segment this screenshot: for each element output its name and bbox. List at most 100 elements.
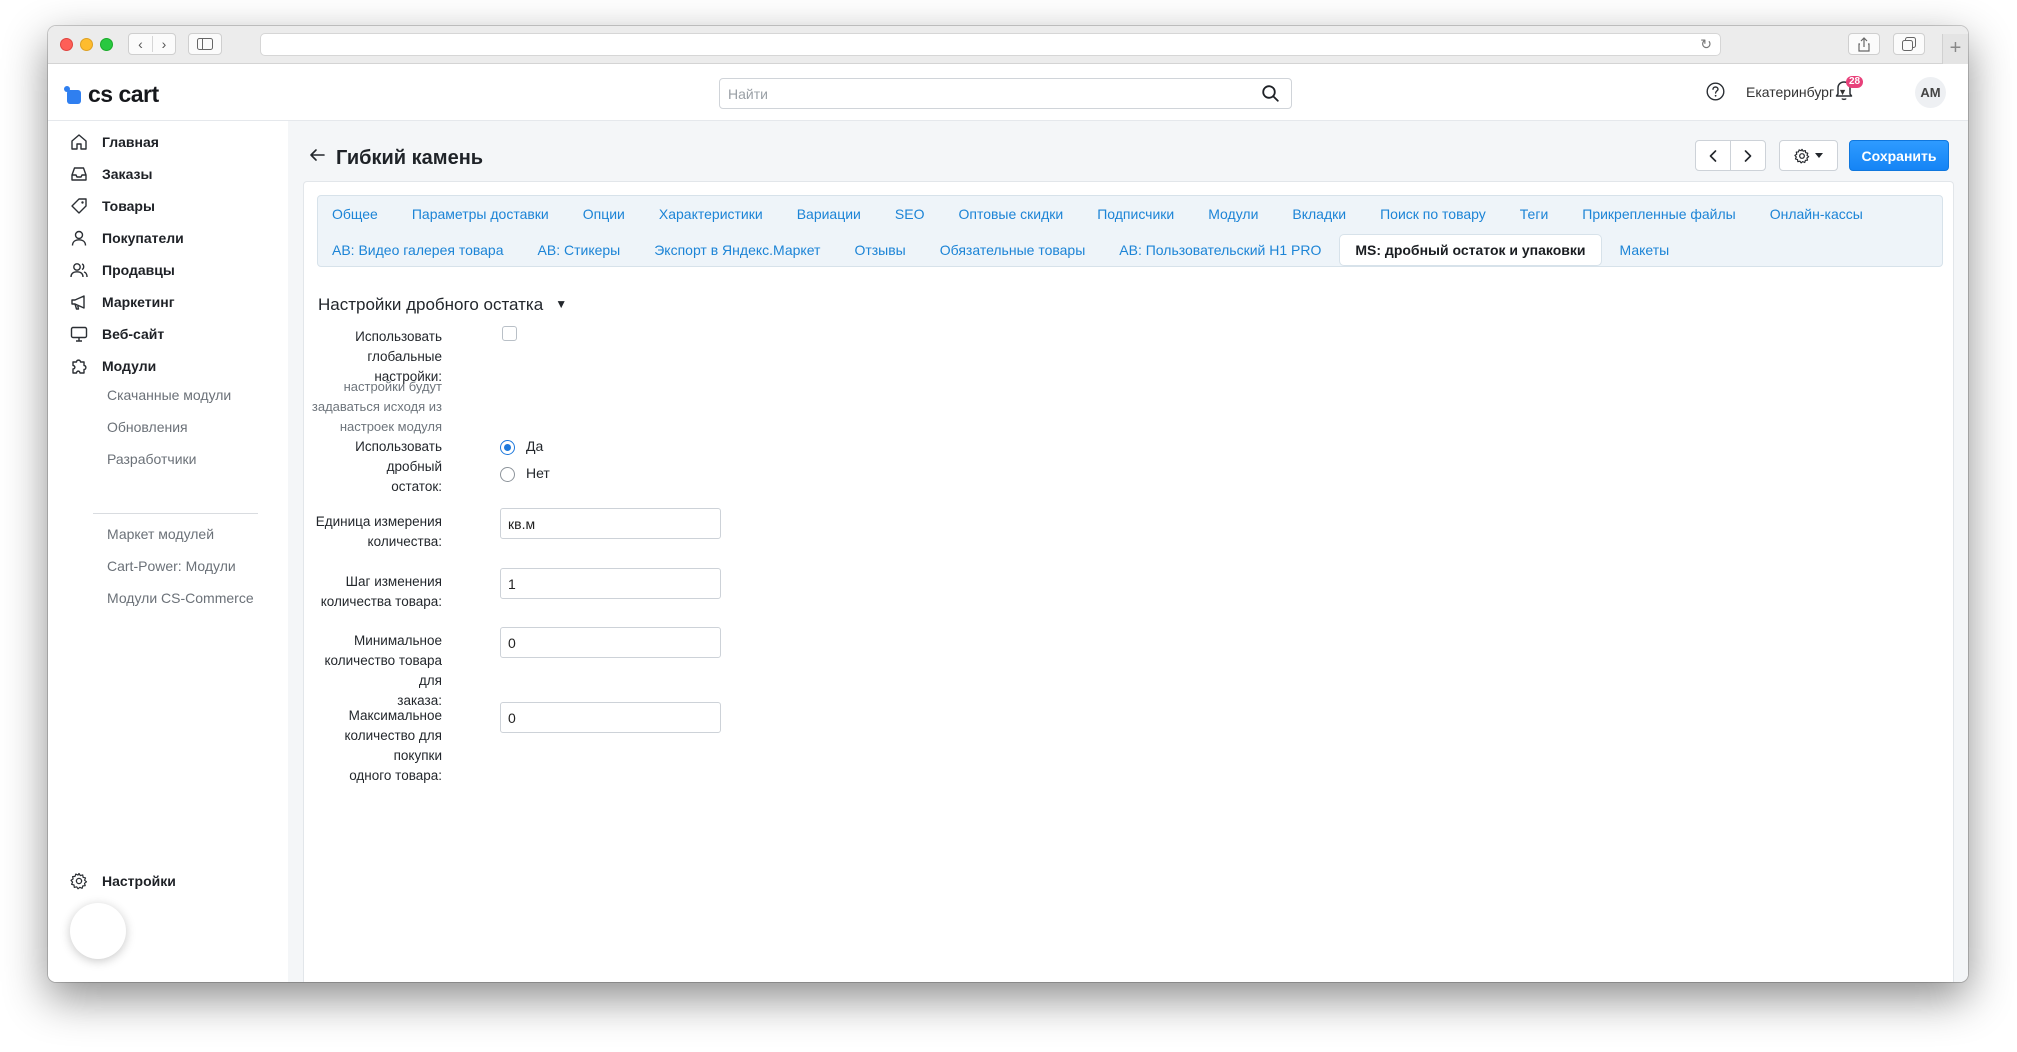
tab-overview-button[interactable] <box>1893 33 1925 55</box>
close-window-button[interactable] <box>60 38 73 51</box>
caret-down-icon: ▼ <box>555 297 568 311</box>
fractional-yes-label[interactable]: Да <box>526 438 543 454</box>
tab-shipping[interactable]: Параметры доставки <box>412 206 549 222</box>
search-input[interactable] <box>720 79 1234 108</box>
sidebar: Главная Заказы Товары Покупатели Продавц… <box>48 121 288 982</box>
sidebar-item-label: Продавцы <box>102 262 175 278</box>
tab-product-search[interactable]: Поиск по товару <box>1380 206 1486 222</box>
help-icon[interactable] <box>1706 82 1725 106</box>
sidebar-toggle-button[interactable] <box>188 33 222 55</box>
sidebar-item-settings[interactable]: Настройки <box>70 870 176 892</box>
reload-icon[interactable]: ↻ <box>1700 36 1712 53</box>
chevron-right-icon <box>1744 149 1752 162</box>
sidebar-divider <box>93 513 258 514</box>
tab-options[interactable]: Опции <box>583 206 625 222</box>
sidebar-item-label: Главная <box>102 134 159 150</box>
tab-addons[interactable]: Модули <box>1208 206 1258 222</box>
tab-tabs[interactable]: Вкладки <box>1292 206 1346 222</box>
share-button[interactable] <box>1848 33 1880 55</box>
user-icon <box>71 230 87 246</box>
address-bar[interactable]: ↻ <box>260 33 1721 56</box>
back-arrow-icon[interactable] <box>309 148 325 167</box>
caret-down-icon <box>1815 153 1823 158</box>
minimize-window-button[interactable] <box>80 38 93 51</box>
tab-stickers[interactable]: AB: Стикеры <box>538 242 621 258</box>
browser-forward-icon[interactable]: › <box>151 36 175 52</box>
next-product-button[interactable] <box>1730 140 1766 171</box>
tab-general[interactable]: Общее <box>332 206 378 222</box>
section-title[interactable]: Настройки дробного остатка ▼ <box>318 295 567 315</box>
fractional-stock-label: Использовать дробный остаток: <box>355 439 442 494</box>
sidebar-item-orders[interactable]: Заказы <box>70 163 152 185</box>
monitor-icon <box>70 326 88 342</box>
fractional-no-label[interactable]: Нет <box>526 465 550 481</box>
avatar[interactable]: AM <box>1915 77 1946 108</box>
sidebar-item-label: Маркетинг <box>102 294 175 310</box>
sidebar-subitem-cart-power[interactable]: Cart-Power: Модули <box>107 558 236 574</box>
sidebar-subitem-downloaded[interactable]: Скачанные модули <box>107 387 231 403</box>
tab-yandex-export[interactable]: Экспорт в Яндекс.Маркет <box>654 242 820 258</box>
tab-tags[interactable]: Теги <box>1520 206 1548 222</box>
tag-icon <box>71 198 87 214</box>
fractional-yes-radio[interactable] <box>500 440 515 455</box>
fractional-no-radio[interactable] <box>500 467 515 482</box>
users-icon <box>70 263 88 278</box>
unit-label: Единица измерения количества: <box>315 514 442 549</box>
tab-features[interactable]: Характеристики <box>659 206 763 222</box>
gear-icon <box>1794 148 1810 164</box>
min-qty-input[interactable] <box>500 627 721 658</box>
sidebar-item-modules[interactable]: Модули <box>70 355 156 377</box>
sidebar-item-marketing[interactable]: Маркетинг <box>70 291 175 313</box>
logo[interactable]: cs cart <box>64 81 159 108</box>
new-tab-button[interactable]: + <box>1942 34 1968 64</box>
unit-input[interactable] <box>500 508 721 539</box>
tab-seo[interactable]: SEO <box>895 206 925 222</box>
sidebar-subitem-marketplace[interactable]: Маркет модулей <box>107 526 214 542</box>
tab-wholesale[interactable]: Оптовые скидки <box>958 206 1063 222</box>
storefront-selector[interactable]: Екатеринбург ▼ <box>1746 84 1847 100</box>
search-icon[interactable] <box>1262 85 1279 107</box>
tab-layouts[interactable]: Макеты <box>1620 242 1670 258</box>
tab-custom-h1[interactable]: AB: Пользовательский H1 PRO <box>1119 242 1321 258</box>
tabs-icon <box>1902 37 1916 51</box>
sidebar-item-label: Товары <box>102 198 155 214</box>
sidebar-item-products[interactable]: Товары <box>70 195 155 217</box>
page-title: Гибкий камень <box>336 147 484 169</box>
max-qty-label: Максимальное количество для покупки одно… <box>344 708 442 783</box>
sidebar-item-label: Веб-сайт <box>102 326 165 342</box>
tab-required-products[interactable]: Обязательные товары <box>940 242 1086 258</box>
tab-online-cashboxes[interactable]: Онлайн-кассы <box>1770 206 1863 222</box>
sidebar-subitem-cs-commerce[interactable]: Модули CS-Commerce <box>107 590 254 606</box>
sidebar-item-customers[interactable]: Покупатели <box>70 227 184 249</box>
save-button[interactable]: Сохранить <box>1849 140 1949 171</box>
notifications-button[interactable]: 28 <box>1834 76 1864 106</box>
browser-back-icon[interactable]: ‹ <box>129 36 152 52</box>
sidebar-item-home[interactable]: Главная <box>70 131 159 153</box>
logo-text: cs cart <box>88 81 159 107</box>
logo-mark-icon <box>64 85 82 104</box>
step-input[interactable] <box>500 568 721 599</box>
tab-video-gallery[interactable]: AB: Видео галерея товара <box>332 242 504 258</box>
tab-attachments[interactable]: Прикрепленные файлы <box>1582 206 1735 222</box>
tab-row: Общее Параметры доставки Опции Характери… <box>318 196 1942 232</box>
search-box <box>719 78 1292 109</box>
tab-fractional-stock[interactable]: MS: дробный остаток и упаковки <box>1339 234 1602 266</box>
sidebar-item-label: Заказы <box>102 166 153 182</box>
tab-variations[interactable]: Вариации <box>797 206 861 222</box>
settings-dropdown-button[interactable] <box>1779 140 1838 171</box>
product-editor-card: Общее Параметры доставки Опции Характери… <box>303 181 1954 982</box>
sidebar-item-vendors[interactable]: Продавцы <box>70 259 175 281</box>
tab-reviews[interactable]: Отзывы <box>854 242 905 258</box>
max-qty-input[interactable] <box>500 702 721 733</box>
zoom-window-button[interactable] <box>100 38 113 51</box>
sidebar-item-website[interactable]: Веб-сайт <box>70 323 164 345</box>
previous-product-button[interactable] <box>1695 140 1731 171</box>
tab-subscribers[interactable]: Подписчики <box>1097 206 1174 222</box>
chevron-left-icon <box>1709 149 1717 162</box>
floating-action-button[interactable] <box>70 903 126 959</box>
sidebar-subitem-developers[interactable]: Разработчики <box>107 451 196 467</box>
puzzle-icon <box>72 359 87 374</box>
sidebar-item-label: Настройки <box>102 873 176 889</box>
global-settings-checkbox[interactable] <box>502 326 517 341</box>
sidebar-subitem-updates[interactable]: Обновления <box>107 419 188 435</box>
